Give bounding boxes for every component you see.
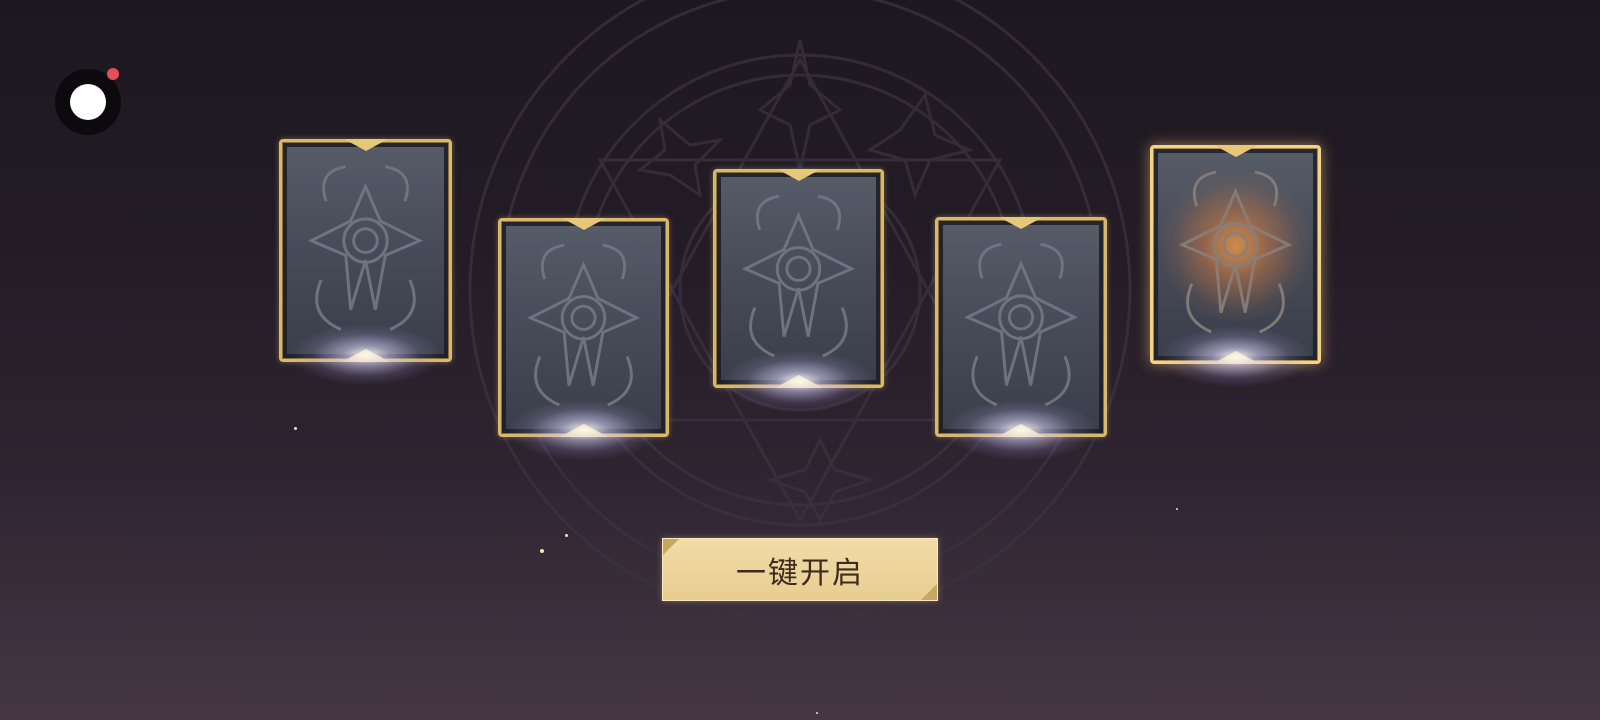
- card-1[interactable]: [279, 139, 452, 385]
- card-bottom-ornament: [559, 424, 608, 437]
- emblem-icon: [526, 243, 641, 407]
- card-4[interactable]: [935, 217, 1107, 460]
- card-3[interactable]: [713, 169, 884, 411]
- emblem-icon: [1178, 170, 1293, 334]
- button-corner-ornament: [663, 539, 679, 555]
- emblem-icon: [741, 194, 856, 358]
- card-bottom-ornament: [1211, 351, 1260, 364]
- card-bottom-ornament: [997, 424, 1045, 437]
- emblem-icon: [307, 165, 424, 331]
- card-top-ornament: [343, 139, 388, 151]
- open-all-button-label: 一键开启: [736, 555, 864, 591]
- sparkle: [1176, 508, 1178, 510]
- card-5[interactable]: [1150, 145, 1321, 387]
- card-2[interactable]: [498, 218, 669, 460]
- card-bottom-ornament: [341, 349, 390, 362]
- record-icon: [70, 84, 106, 120]
- screen-record-button[interactable]: [55, 68, 121, 135]
- card-top-ornament: [776, 169, 821, 181]
- sparkle: [565, 534, 568, 537]
- button-corner-ornament: [921, 584, 937, 600]
- card-top-ornament: [561, 218, 606, 230]
- card-bottom-ornament: [774, 375, 823, 388]
- emblem-icon: [964, 242, 1078, 407]
- card-top-ornament: [1213, 145, 1258, 157]
- recording-indicator-dot: [107, 68, 119, 80]
- sparkle: [294, 427, 297, 430]
- sparkle: [540, 549, 544, 553]
- card-top-ornament: [999, 217, 1043, 229]
- sparkle: [816, 712, 818, 714]
- open-all-button[interactable]: 一键开启: [662, 538, 938, 601]
